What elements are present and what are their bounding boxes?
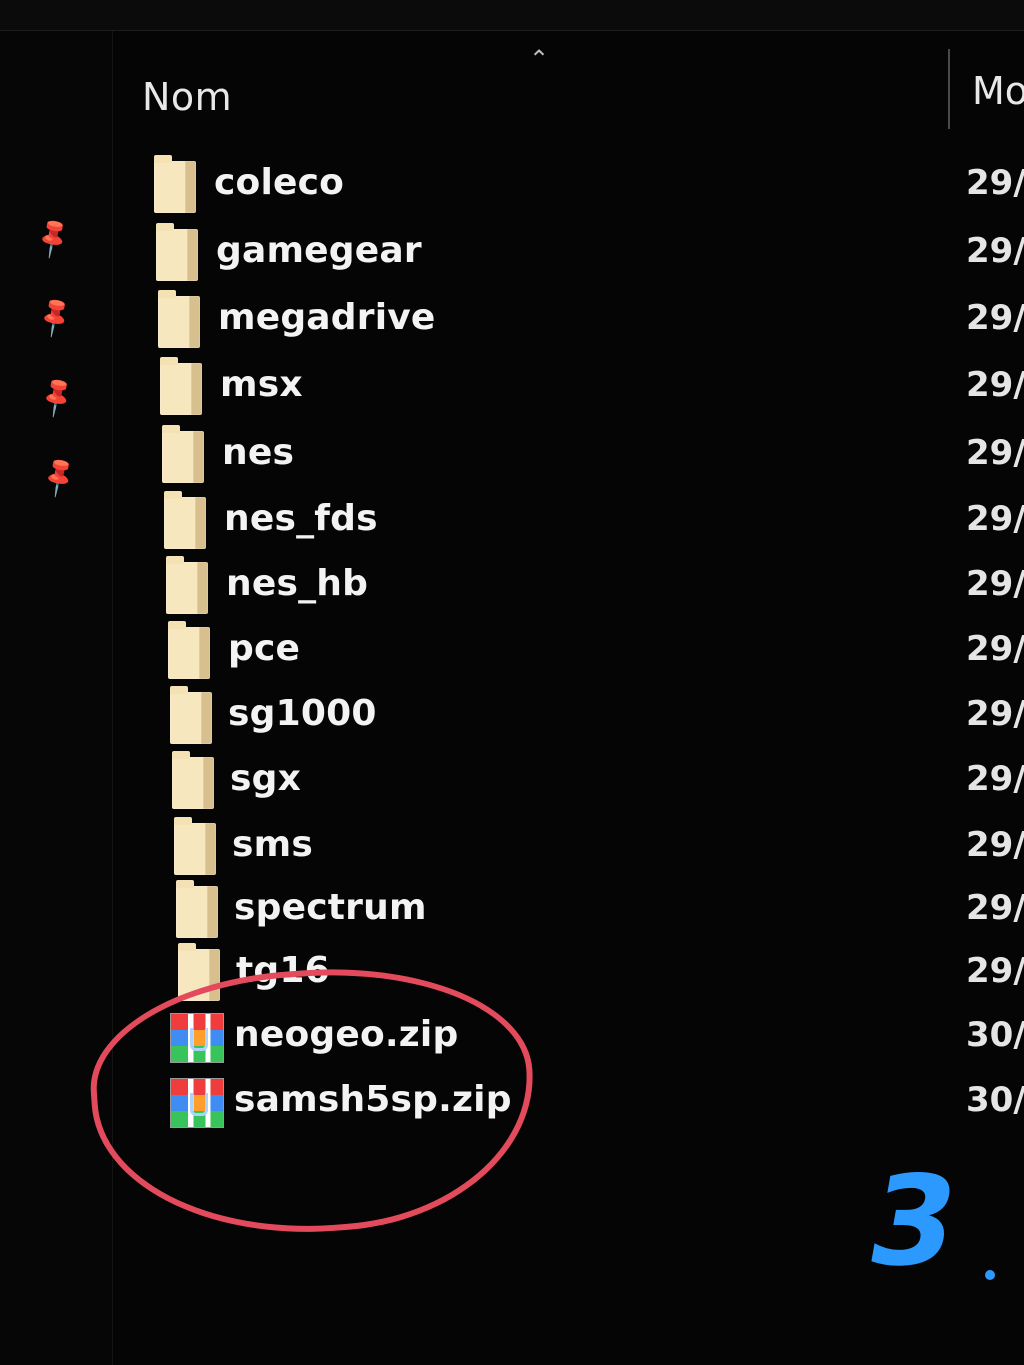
file-date: 29/ (966, 231, 1024, 271)
folder-icon (158, 290, 200, 348)
chevron-up-icon[interactable]: ⌃ (524, 47, 554, 71)
file-date: 29/ (966, 499, 1024, 539)
file-date: 29/ (966, 365, 1024, 405)
pin-icon[interactable]: 📌 (29, 214, 76, 261)
folder-icon (170, 686, 212, 744)
folder-icon (168, 621, 210, 679)
file-date: 29/ (966, 629, 1024, 669)
file-date: 29/ (966, 298, 1024, 338)
pin-icon[interactable]: 📌 (33, 373, 80, 420)
folder-icon (172, 751, 214, 809)
list-item[interactable]: nes 29/ (150, 425, 1024, 485)
list-item[interactable]: spectrum 29/ (150, 880, 1024, 940)
file-date: 30/ (966, 1080, 1024, 1120)
file-name: sg1000 (228, 693, 377, 734)
column-divider[interactable] (948, 49, 950, 129)
list-item[interactable]: gamegear 29/ (150, 223, 1024, 283)
file-date: 30/ (966, 1015, 1024, 1055)
folder-icon (164, 491, 206, 549)
folder-icon (176, 880, 218, 938)
pin-icon[interactable]: 📌 (31, 293, 78, 340)
folder-icon (154, 155, 196, 213)
list-item[interactable]: sg1000 29/ (150, 686, 1024, 746)
file-date: 29/ (966, 564, 1024, 604)
list-item[interactable]: msx 29/ (150, 357, 1024, 417)
navigation-pane: 📌 📌 📌 📌 (0, 31, 113, 1365)
list-item[interactable]: megadrive 29/ (150, 290, 1024, 350)
list-item[interactable]: sgx 29/ (150, 751, 1024, 811)
file-date: 29/ (966, 694, 1024, 734)
name-column-header[interactable]: Nom (142, 75, 232, 119)
file-name: pce (228, 628, 301, 669)
file-name: gamegear (216, 230, 422, 271)
annotation-number: 3 (857, 1150, 969, 1294)
folder-icon (156, 223, 198, 281)
file-name: nes (222, 432, 295, 473)
file-name: nes_hb (226, 563, 369, 604)
modified-column-header[interactable]: Mo (972, 69, 1024, 113)
folder-icon (162, 425, 204, 483)
file-date: 29/ (966, 825, 1024, 865)
list-item[interactable]: nes_hb 29/ (150, 556, 1024, 616)
file-name: msx (220, 364, 303, 405)
file-list-header: Nom ⌃ Mo (112, 31, 1024, 143)
list-item[interactable]: coleco 29/ (150, 155, 1024, 215)
file-date: 29/ (966, 888, 1024, 928)
file-name: spectrum (234, 887, 427, 928)
pin-icon[interactable]: 📌 (35, 453, 82, 500)
file-date: 29/ (966, 759, 1024, 799)
list-item[interactable]: sms 29/ (150, 817, 1024, 877)
file-date: 29/ (966, 163, 1024, 203)
folder-icon (166, 556, 208, 614)
list-item[interactable]: pce 29/ (150, 621, 1024, 681)
folder-icon (160, 357, 202, 415)
file-name: megadrive (218, 297, 436, 338)
window-top-strip (0, 0, 1024, 31)
file-name: sgx (230, 758, 302, 799)
list-item[interactable]: nes_fds 29/ (150, 491, 1024, 551)
annotation-dot (985, 1270, 995, 1280)
file-date: 29/ (966, 433, 1024, 473)
file-name: sms (232, 824, 313, 865)
file-name: coleco (214, 162, 345, 203)
file-date: 29/ (966, 951, 1024, 991)
file-name: nes_fds (224, 498, 378, 539)
folder-icon (174, 817, 216, 875)
